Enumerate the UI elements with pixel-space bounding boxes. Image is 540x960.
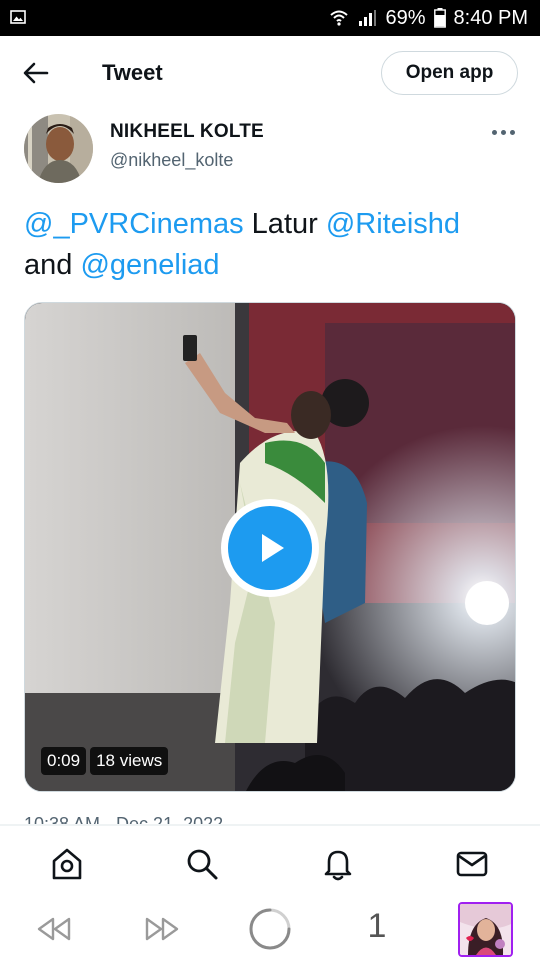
tweet-timestamp[interactable]: 10:38 AM · Dec 21, 2022 xyxy=(24,812,514,824)
open-app-button[interactable]: Open app xyxy=(381,51,518,95)
battery-icon xyxy=(433,8,446,28)
loading-spinner-icon xyxy=(249,908,291,950)
mention-pvrcinemas[interactable]: @_PVRCinemas xyxy=(24,208,244,240)
video-player[interactable]: 0:09 18 views xyxy=(24,302,516,792)
tweet-header: Tweet Open app xyxy=(0,36,540,110)
tweet-text-word: and xyxy=(24,249,81,281)
avatar[interactable] xyxy=(24,114,93,183)
back-button[interactable] xyxy=(16,56,56,90)
nav-messages[interactable] xyxy=(454,846,490,882)
bottom-nav xyxy=(0,825,540,897)
wifi-icon xyxy=(329,8,349,28)
play-button-inner xyxy=(228,506,312,590)
author-handle[interactable]: @nikheel_kolte xyxy=(110,150,233,171)
status-bar: 69% 8:40 PM xyxy=(0,0,540,36)
page-title: Tweet xyxy=(102,60,163,85)
browser-toolbar: 1 xyxy=(0,897,540,960)
more-options-button[interactable] xyxy=(488,122,518,142)
mail-icon xyxy=(456,851,488,877)
tweet-text: @_PVRCinemas Latur @Riteishd and @genelia… xyxy=(24,204,514,286)
play-button[interactable] xyxy=(221,499,319,597)
nav-notifications[interactable] xyxy=(320,846,356,882)
nav-home[interactable] xyxy=(49,846,85,882)
video-views: 18 views xyxy=(90,747,169,775)
play-icon xyxy=(262,534,284,562)
author-name[interactable]: NIKHEEL KOLTE xyxy=(110,121,264,143)
nav-search[interactable] xyxy=(184,846,220,882)
browser-reload-button[interactable] xyxy=(248,908,292,950)
browser-back-button[interactable] xyxy=(34,909,74,949)
more-dot xyxy=(500,129,506,135)
search-icon xyxy=(187,849,218,880)
rewind-icon xyxy=(37,917,71,941)
mention-geneliad[interactable]: @geneliad xyxy=(80,249,219,281)
video-duration: 0:09 xyxy=(41,747,87,775)
gallery-notification-icon xyxy=(10,9,26,25)
status-right: 69% 8:40 PM xyxy=(329,6,528,30)
more-dot xyxy=(491,129,497,135)
profile-thumbnail[interactable] xyxy=(458,902,513,957)
clock: 8:40 PM xyxy=(453,6,528,29)
mention-riteishd[interactable]: @Riteishd xyxy=(326,208,460,240)
bell-icon xyxy=(324,850,352,881)
battery-percent: 69% xyxy=(385,6,426,29)
fast-forward-icon xyxy=(145,917,179,941)
tab-count-button[interactable]: 1 xyxy=(360,907,394,947)
home-icon xyxy=(52,848,82,880)
more-dot xyxy=(509,129,515,135)
signal-icon xyxy=(357,8,377,28)
timestamp-text: 10:38 AM · Dec 21, 2022 xyxy=(24,814,224,824)
tweet-text-word: Latur xyxy=(243,208,326,240)
video-badges: 0:09 18 views xyxy=(41,747,169,775)
arrow-left-icon xyxy=(23,62,49,84)
profile-image xyxy=(460,904,511,955)
browser-forward-button[interactable] xyxy=(142,909,182,949)
